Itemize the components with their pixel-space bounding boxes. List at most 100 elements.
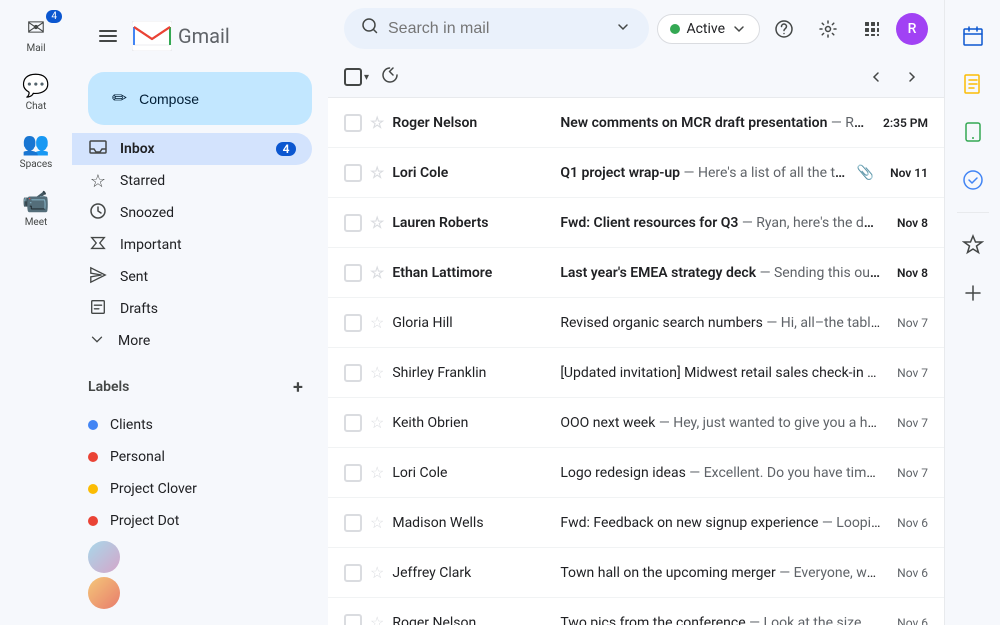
email-star-icon[interactable]: ☆ [370,163,384,182]
nav-item-important[interactable]: Important [72,229,312,261]
pagination-arrows [860,61,928,93]
email-star-icon[interactable]: ☆ [370,513,384,532]
sidebar-item-spaces[interactable]: 👥 Spaces [8,124,64,178]
mail-icon: ✉ [27,16,45,41]
nav-item-sent[interactable]: Sent [72,261,312,293]
email-checkbox[interactable] [344,614,362,625]
email-content: Two pics from the conference — Look at t… [560,615,881,625]
chat-label: Chat [26,101,47,112]
email-timestamp: Nov 8 [897,266,928,280]
sidebar-item-chat[interactable]: 💬 Chat [8,66,64,120]
email-timestamp: Nov 7 [897,416,928,430]
email-checkbox[interactable] [344,114,362,132]
label-clients[interactable]: Clients [72,409,312,441]
label-project-dot[interactable]: Project Dot [72,505,312,533]
email-content: Revised organic search numbers — Hi, all… [560,315,881,331]
email-snippet: — Here's a list of all the top challenge… [684,165,849,181]
email-row[interactable]: ☆ Madison Wells Fwd: Feedback on new sig… [328,498,944,548]
email-checkbox[interactable] [344,564,362,582]
nav-item-more[interactable]: More [72,325,312,357]
nav-item-inbox[interactable]: Inbox 4 [72,133,312,165]
select-all-checkbox[interactable] [344,68,362,86]
nav-item-starred[interactable]: ☆ Starred [72,165,312,197]
inbox-label: Inbox [120,141,264,157]
email-snippet: — Everyone, we'll be hosting our second … [779,565,881,581]
email-row[interactable]: ☆ Ethan Lattimore Last year's EMEA strat… [328,248,944,298]
help-button[interactable] [764,9,804,49]
sidebar-item-meet[interactable]: 📹 Meet [8,182,64,236]
email-row[interactable]: ☆ Lauren Roberts Fwd: Client resources f… [328,198,944,248]
label-personal[interactable]: Personal [72,441,312,473]
email-snippet: — Look at the size of that crowd! We're … [749,615,881,625]
right-panel-starred[interactable] [953,225,993,265]
select-dropdown-arrow[interactable]: ▾ [364,72,369,83]
email-timestamp: 2:35 PM [883,116,928,130]
settings-button[interactable] [808,9,848,49]
search-input[interactable] [388,20,605,38]
email-row[interactable]: ☆ Gloria Hill Revised organic search num… [328,298,944,348]
email-checkbox[interactable] [344,364,362,382]
email-checkbox[interactable] [344,314,362,332]
email-sender: Keith Obrien [392,415,552,431]
chat-icon: 💬 [22,74,49,99]
bottom-avatar-1[interactable] [88,541,120,573]
email-star-icon[interactable]: ☆ [370,613,384,625]
refresh-button[interactable] [377,62,403,93]
spaces-icon: 👥 [22,132,49,157]
email-star-icon[interactable]: ☆ [370,563,384,582]
email-checkbox[interactable] [344,464,362,482]
search-icon [360,16,380,41]
label-project-clover[interactable]: Project Clover [72,473,312,505]
sent-icon [88,266,108,289]
add-label-button[interactable]: + [284,373,312,401]
right-panel-add[interactable] [953,273,993,313]
apps-button[interactable] [852,9,892,49]
email-content: Fwd: Client resources for Q3 — Ryan, her… [560,215,881,231]
right-panel-calendar[interactable] [953,16,993,56]
email-row[interactable]: ☆ Shirley Franklin [Updated invitation] … [328,348,944,398]
bottom-avatar-2[interactable] [88,577,120,609]
email-checkbox[interactable] [344,514,362,532]
help-icon [774,19,794,39]
email-checkbox[interactable] [344,414,362,432]
active-status-button[interactable]: Active [657,14,760,44]
nav-item-snoozed[interactable]: Snoozed [72,197,312,229]
hamburger-menu[interactable] [88,16,128,56]
email-checkbox[interactable] [344,164,362,182]
nav-items-list: Inbox 4 ☆ Starred Snoozed Important [72,133,328,533]
email-star-icon[interactable]: ☆ [370,263,384,282]
email-row[interactable]: ☆ Lori Cole Logo redesign ideas — Excell… [328,448,944,498]
email-star-icon[interactable]: ☆ [370,463,384,482]
email-star-icon[interactable]: ☆ [370,413,384,432]
email-star-icon[interactable]: ☆ [370,113,384,132]
email-timestamp: Nov 6 [897,616,928,625]
email-content: Logo redesign ideas — Excellent. Do you … [560,465,881,481]
personal-dot [88,452,98,462]
email-row[interactable]: ☆ Jeffrey Clark Town hall on the upcomin… [328,548,944,598]
right-panel-divider [957,212,989,213]
email-checkbox[interactable] [344,214,362,232]
header-actions: Active [657,9,928,49]
sidebar-item-mail[interactable]: ✉ Mail 4 [8,8,64,62]
email-star-icon[interactable]: ☆ [370,363,384,382]
email-row[interactable]: ☆ Roger Nelson New comments on MCR draft… [328,98,944,148]
email-star-icon[interactable]: ☆ [370,313,384,332]
user-avatar[interactable]: R [896,13,928,45]
email-checkbox[interactable] [344,264,362,282]
next-page-button[interactable] [896,61,928,93]
email-content: Last year's EMEA strategy deck — Sending… [560,265,881,281]
email-row[interactable]: ☆ Keith Obrien OOO next week — Hey, just… [328,398,944,448]
nav-item-drafts[interactable]: Drafts [72,293,312,325]
email-row[interactable]: ☆ Lori Cole Q1 project wrap-up — Here's … [328,148,944,198]
search-container[interactable] [344,8,649,49]
right-panel-phone[interactable] [953,112,993,152]
email-star-icon[interactable]: ☆ [370,213,384,232]
star-nav-icon: ☆ [88,171,108,192]
compose-button[interactable]: ✏ Compose [88,72,312,125]
right-panel-tasks[interactable] [953,160,993,200]
prev-page-button[interactable] [860,61,892,93]
apps-icon [862,19,882,39]
right-panel-notes[interactable] [953,64,993,104]
search-dropdown-icon[interactable] [613,17,633,41]
email-row[interactable]: ☆ Roger Nelson Two pics from the confere… [328,598,944,625]
